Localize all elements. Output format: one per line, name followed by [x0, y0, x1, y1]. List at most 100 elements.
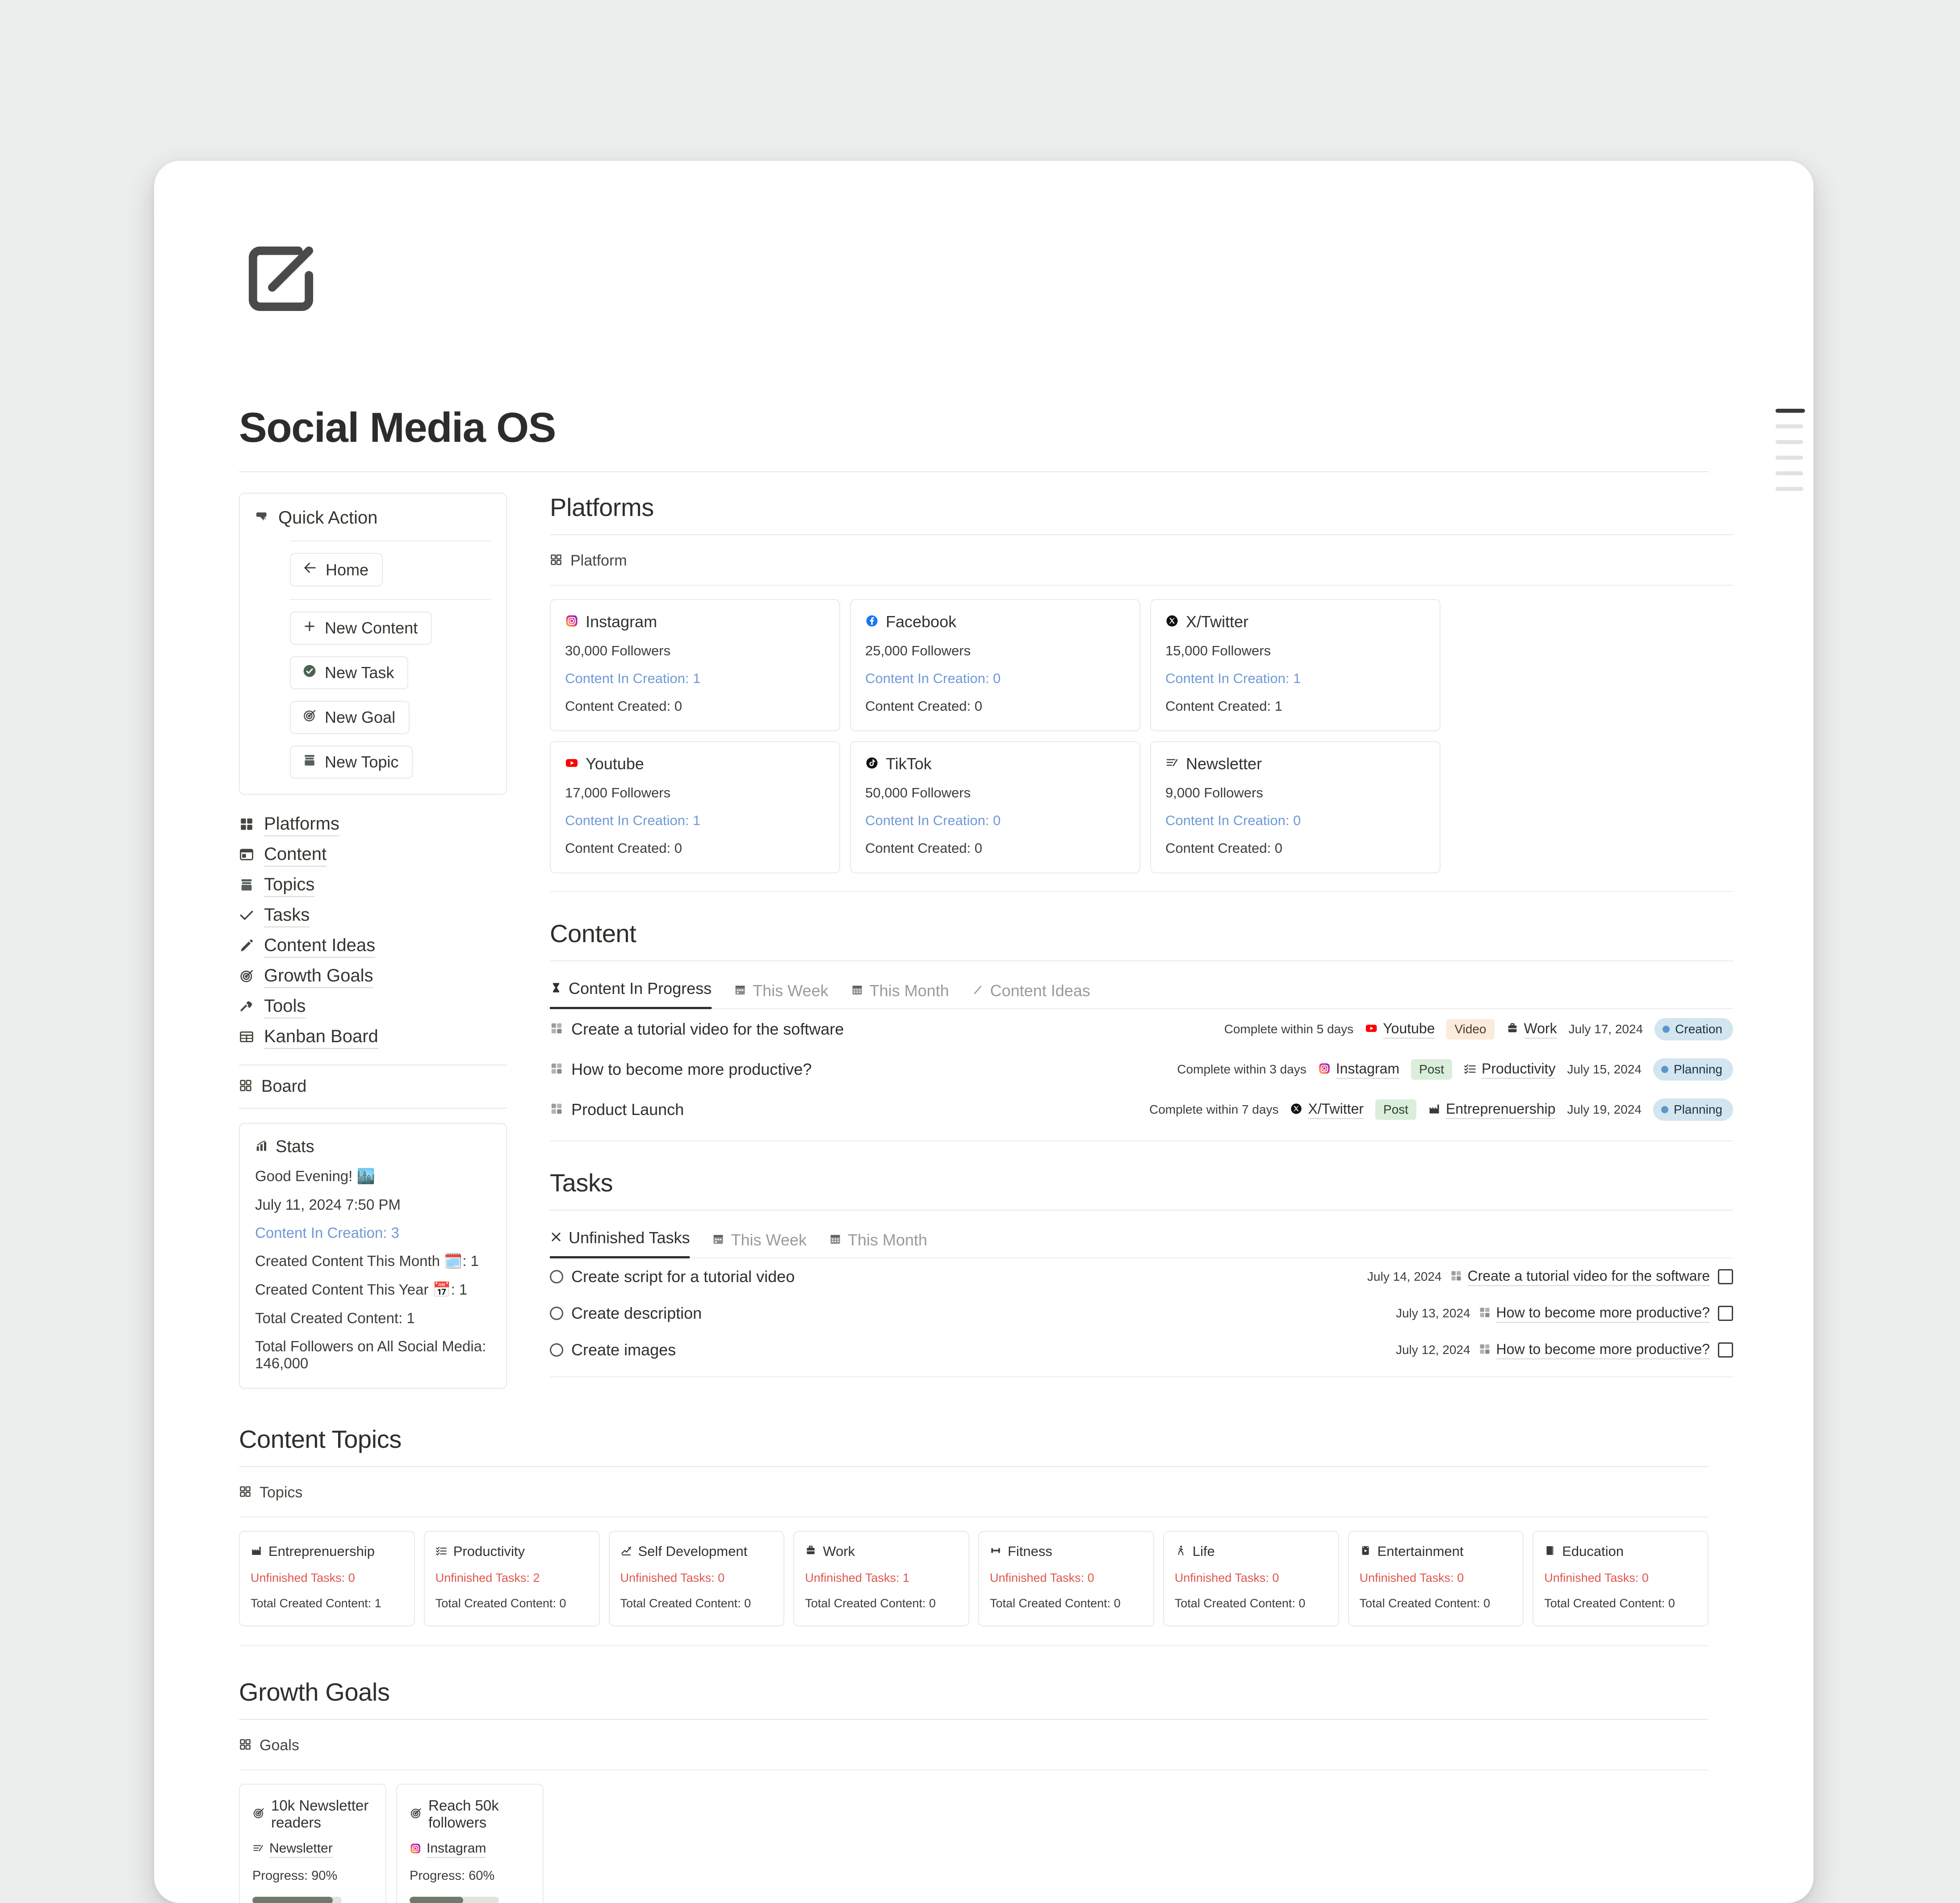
goal-progress-fill	[252, 1897, 333, 1903]
goal-card[interactable]: Reach 50k followers Instagram Progress: …	[396, 1784, 544, 1903]
goal-platform[interactable]: Instagram	[410, 1841, 531, 1858]
content-row[interactable]: Product Launch Complete within 7 days X/…	[550, 1090, 1733, 1130]
tab-this-week[interactable]: This Week	[734, 981, 829, 1009]
goal-card[interactable]: 10k Newsletter readers Newsletter Progre…	[239, 1784, 386, 1903]
sidebar-item-content[interactable]: Content	[239, 840, 507, 871]
db-divider	[550, 585, 1733, 586]
task-related-content[interactable]: How to become more productive?	[1478, 1304, 1710, 1323]
topic-card[interactable]: Work Unfinished Tasks: 1 Total Created C…	[793, 1531, 969, 1626]
task-title: Create description	[571, 1304, 702, 1322]
sidebar-item-platforms[interactable]: Platforms	[239, 810, 507, 840]
platform-card[interactable]: Youtube 17,000 Followers Content In Crea…	[550, 741, 840, 873]
content-row-platform[interactable]: Instagram	[1318, 1060, 1400, 1079]
tab-this-month[interactable]: This Month	[851, 981, 949, 1009]
content-row-platform[interactable]: Youtube	[1365, 1020, 1435, 1039]
checklist-icon	[436, 1545, 447, 1559]
tab-label: This Week	[753, 981, 829, 1000]
toc-item[interactable]	[1776, 471, 1803, 475]
topic-card[interactable]: Fitness Unfinished Tasks: 0 Total Create…	[978, 1531, 1154, 1626]
task-row[interactable]: Create images July 12, 2024 How to becom…	[550, 1332, 1733, 1368]
platform-in-creation: Content In Creation: 0	[865, 671, 1001, 686]
platform-db-label-row[interactable]: Platform	[550, 552, 1733, 570]
task-checkbox[interactable]	[1718, 1342, 1733, 1358]
sidebar-item-label: Kanban Board	[264, 1027, 378, 1049]
task-title: Create script for a tutorial video	[571, 1267, 795, 1286]
platform-card[interactable]: Instagram 30,000 Followers Content In Cr…	[550, 599, 840, 731]
task-checkbox[interactable]	[1718, 1269, 1733, 1284]
topic-card[interactable]: Education Unfinished Tasks: 0 Total Crea…	[1533, 1531, 1709, 1626]
sidebar-item-topics[interactable]: Topics	[239, 871, 507, 901]
new-content-button[interactable]: New Content	[290, 612, 432, 645]
content-row-platform[interactable]: X/Twitter	[1290, 1101, 1364, 1119]
tab-this-week[interactable]: This Week	[712, 1231, 807, 1258]
sidebar-item-content-ideas[interactable]: Content Ideas	[239, 931, 507, 962]
page-title: Social Media OS	[239, 404, 556, 451]
task-status-circle-icon[interactable]	[550, 1343, 563, 1357]
platform-card[interactable]: X/Twitter 15,000 Followers Content In Cr…	[1150, 599, 1441, 731]
toc-item-active[interactable]	[1776, 409, 1805, 413]
goal-progress-fill	[410, 1897, 463, 1903]
task-related-content[interactable]: Create a tutorial video for the software	[1450, 1268, 1710, 1286]
content-row-platform-label: Instagram	[1336, 1060, 1400, 1079]
platform-card[interactable]: Newsletter 9,000 Followers Content In Cr…	[1150, 741, 1441, 873]
platform-card[interactable]: Facebook 25,000 Followers Content In Cre…	[850, 599, 1140, 731]
topic-card[interactable]: Entreprenuership Unfinished Tasks: 0 Tot…	[239, 1531, 415, 1626]
sidebar-item-kanban-board[interactable]: Kanban Board	[239, 1023, 507, 1053]
toc-item[interactable]	[1776, 487, 1803, 491]
platform-followers: 25,000 Followers	[865, 643, 971, 658]
content-row-platform-label: X/Twitter	[1308, 1101, 1364, 1119]
task-related-content[interactable]: How to become more productive?	[1478, 1341, 1710, 1359]
task-status-circle-icon[interactable]	[550, 1307, 563, 1320]
tab-content-in-progress[interactable]: Content In Progress	[550, 979, 712, 1009]
new-task-button[interactable]: New Task	[290, 656, 409, 689]
tab-content-ideas[interactable]: Content Ideas	[972, 981, 1090, 1009]
content-row-topic-label: Productivity	[1482, 1060, 1556, 1079]
content-row[interactable]: Create a tutorial video for the software…	[550, 1009, 1733, 1049]
new-goal-button[interactable]: New Goal	[290, 701, 410, 734]
board-link[interactable]: Board	[239, 1077, 507, 1096]
check-circle-icon	[302, 663, 317, 682]
content-row-topic[interactable]: Entreprenuership	[1428, 1101, 1556, 1119]
topics-db-label-row[interactable]: Topics	[239, 1484, 1733, 1501]
film-icon	[1360, 1545, 1371, 1559]
table-of-contents-rail[interactable]	[1776, 409, 1805, 503]
goal-progress-text: Progress: 90%	[252, 1869, 338, 1883]
quick-action-buttons: New Content New Task New Goal New Topic	[255, 600, 491, 779]
toc-item[interactable]	[1776, 456, 1803, 460]
topic-total: Total Created Content: 1	[251, 1597, 381, 1610]
sidebar-item-tools[interactable]: Tools	[239, 992, 507, 1023]
topic-total: Total Created Content: 0	[990, 1597, 1121, 1610]
instagram-icon	[565, 614, 578, 630]
content-row-topic[interactable]: Work	[1506, 1020, 1557, 1039]
tab-unfinished-tasks[interactable]: Unfinished Tasks	[550, 1228, 690, 1258]
arrow-left-icon	[302, 560, 318, 579]
task-row[interactable]: Create description July 13, 2024 How to …	[550, 1295, 1733, 1332]
content-row[interactable]: How to become more productive? Complete …	[550, 1049, 1733, 1090]
goal-platform[interactable]: Newsletter	[252, 1841, 374, 1858]
topic-card[interactable]: Self Development Unfinished Tasks: 0 Tot…	[608, 1531, 785, 1626]
topic-card[interactable]: Life Unfinished Tasks: 0 Total Created C…	[1163, 1531, 1339, 1626]
goals-db-label-row[interactable]: Goals	[239, 1737, 1733, 1754]
toc-item[interactable]	[1776, 440, 1803, 444]
topic-card[interactable]: Entertainment Unfinished Tasks: 0 Total …	[1348, 1531, 1524, 1626]
chart-up-icon	[620, 1545, 632, 1559]
task-checkbox[interactable]	[1718, 1306, 1733, 1321]
task-status-circle-icon[interactable]	[550, 1270, 563, 1283]
platform-followers: 17,000 Followers	[565, 785, 671, 801]
tiktok-icon	[865, 756, 879, 772]
task-row[interactable]: Create script for a tutorial video July …	[550, 1258, 1733, 1295]
topic-name: Self Development	[638, 1543, 748, 1559]
home-button[interactable]: Home	[290, 553, 383, 587]
platform-card[interactable]: TikTok 50,000 Followers Content In Creat…	[850, 741, 1140, 873]
toc-item[interactable]	[1776, 424, 1803, 428]
platform-name: TikTok	[886, 754, 932, 773]
calendar-week-icon	[712, 1233, 725, 1248]
tab-this-month[interactable]: This Month	[829, 1231, 927, 1258]
platform-name: X/Twitter	[1186, 612, 1249, 631]
sidebar-item-growth-goals[interactable]: Growth Goals	[239, 962, 507, 992]
new-topic-button[interactable]: New Topic	[290, 746, 413, 779]
topic-card[interactable]: Productivity Unfinished Tasks: 2 Total C…	[423, 1531, 600, 1626]
content-row-topic[interactable]: Productivity	[1464, 1060, 1556, 1079]
sidebar-item-tasks[interactable]: Tasks	[239, 901, 507, 931]
stats-line: Created Content This Year 📅: 1	[255, 1281, 468, 1298]
